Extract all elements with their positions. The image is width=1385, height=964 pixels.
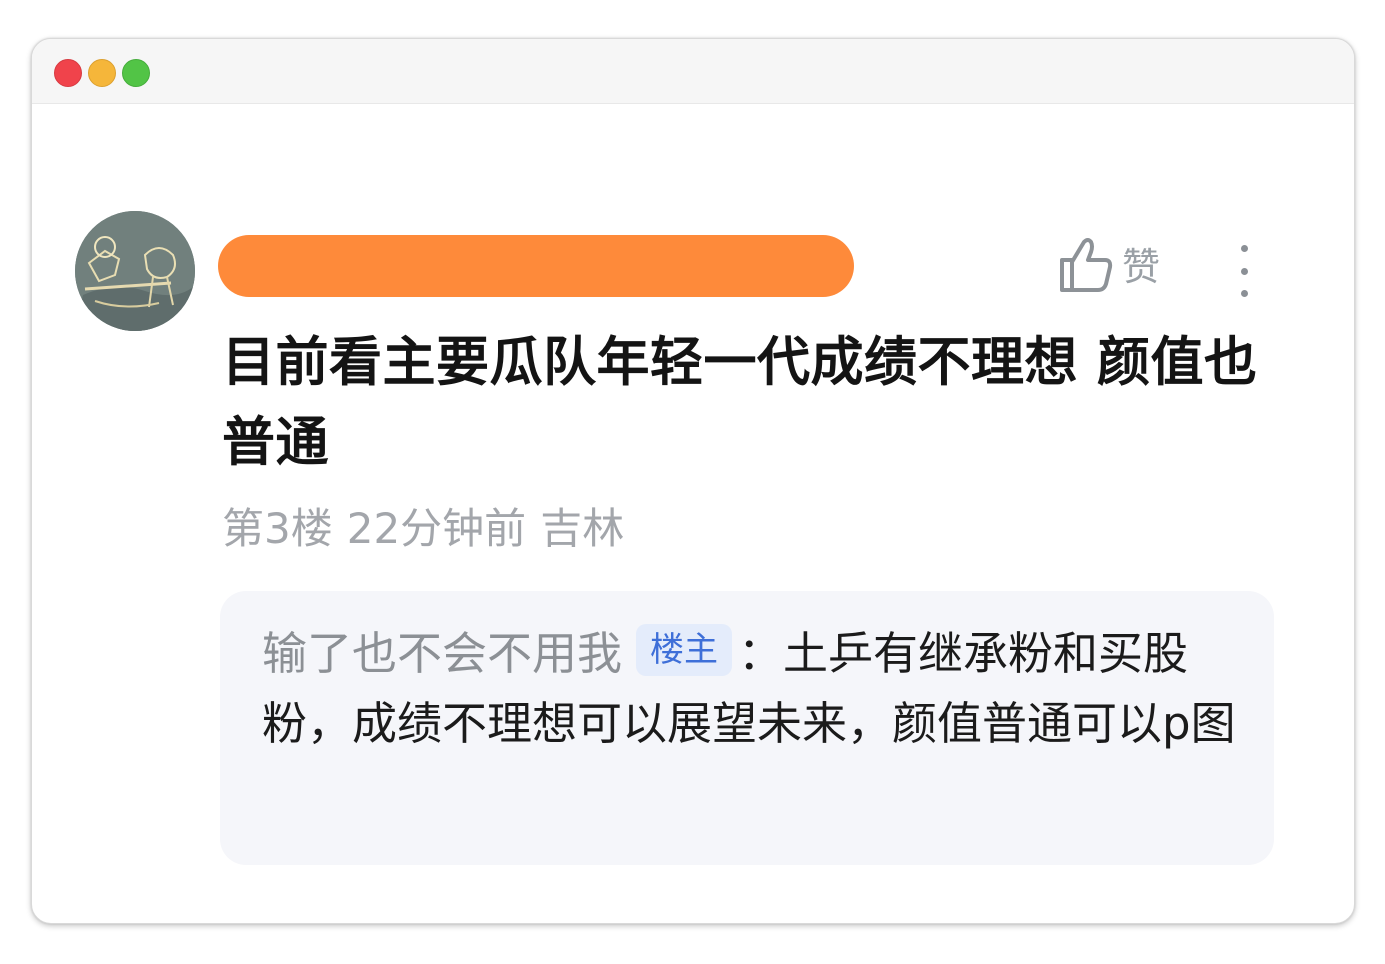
op-badge: 楼主 [636, 624, 733, 676]
like-label: 赞 [1122, 245, 1161, 289]
comment-body: 目前看主要瓜队年轻一代成绩不理想 颜值也普通 [222, 332, 1258, 473]
like-button[interactable]: 赞 [1058, 235, 1160, 299]
app-window: 赞 目前看主要瓜队年轻一代成绩不理想 颜值也普通 第3楼 22分钟前 吉林 输了也不… [31, 38, 1355, 924]
close-window-button[interactable] [54, 59, 82, 87]
quoted-author[interactable]: 输了也不会不用我 [262, 627, 622, 680]
quoted-reply-text-block: 输了也不会不用我 楼主 ：土乒有继承粉和买股粉，成绩不理想可以展望未来，颜值普通可以… [262, 619, 1252, 759]
title-bar [32, 39, 1354, 104]
quote-separator: ： [738, 627, 784, 680]
vertical-ellipsis-icon [1240, 245, 1248, 252]
more-options-button[interactable] [1226, 243, 1262, 299]
avatar-image [75, 211, 195, 331]
quoted-reply[interactable]: 输了也不会不用我 楼主 ：土乒有继承粉和买股粉，成绩不理想可以展望未来，颜值普通可以… [220, 591, 1274, 865]
post-time: 22分钟前 [346, 504, 527, 553]
avatar[interactable] [75, 211, 195, 331]
comment-meta: 第3楼 22分钟前 吉林 [222, 501, 624, 557]
thumbs-up-icon [1058, 236, 1114, 298]
post-location: 吉林 [540, 504, 625, 553]
redacted-username [218, 235, 854, 297]
maximize-window-button[interactable] [122, 59, 150, 87]
minimize-window-button[interactable] [88, 59, 116, 87]
floor-number: 第3楼 [222, 504, 333, 553]
